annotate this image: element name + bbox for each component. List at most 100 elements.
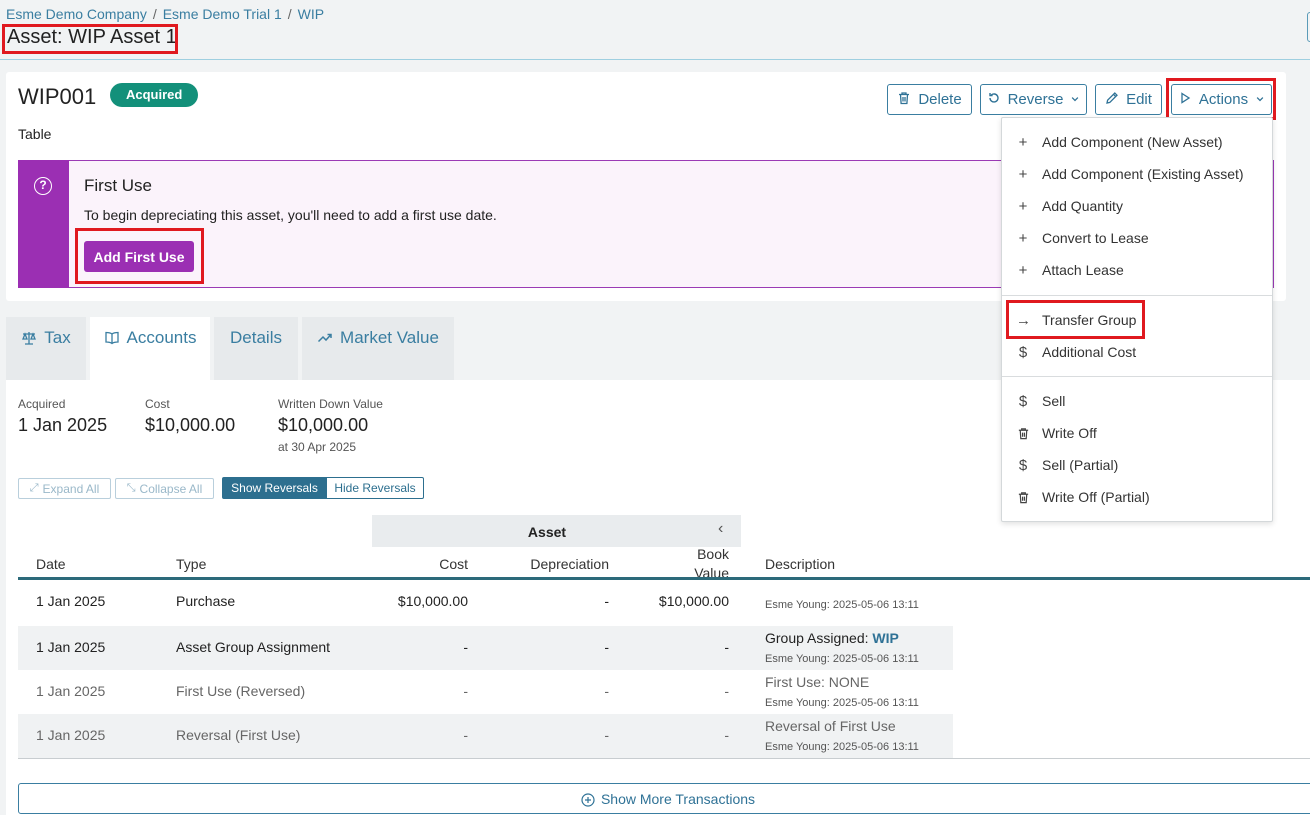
row-book-value: - — [724, 683, 729, 699]
page-title: Asset: WIP Asset 1 — [7, 26, 177, 48]
expand-icon: ⤢ — [29, 482, 39, 494]
edit-label: Edit — [1126, 91, 1152, 108]
col-book-value-line1[interactable]: Book — [660, 546, 729, 562]
col-date[interactable]: Date — [36, 556, 66, 572]
menu-item-attach-lease[interactable]: + Attach Lease — [1016, 257, 1266, 283]
col-depreciation[interactable]: Depreciation — [500, 556, 609, 572]
menu-item-sell-partial[interactable]: $ Sell (Partial) — [1016, 452, 1266, 478]
dollar-icon: $ — [1018, 343, 1028, 361]
asset-code: WIP001 — [18, 84, 97, 109]
edit-button[interactable]: Edit — [1095, 84, 1162, 115]
row-type: Purchase — [176, 593, 236, 609]
play-icon — [1178, 91, 1192, 109]
menu-item-label: Additional Cost — [1042, 344, 1137, 360]
dollar-icon: $ — [1018, 456, 1028, 474]
col-cost[interactable]: Cost — [380, 556, 468, 572]
row-depreciation: - — [604, 683, 609, 699]
tab-details[interactable]: Details — [214, 317, 298, 380]
tab-tax[interactable]: Tax — [6, 317, 86, 380]
menu-item-add-quantity[interactable]: + Add Quantity — [1016, 193, 1266, 219]
plus-icon: + — [1018, 197, 1028, 215]
menu-item-transfer-group[interactable]: → Transfer Group — [1016, 307, 1266, 333]
add-first-use-button[interactable]: Add First Use — [84, 241, 194, 272]
plus-circle-icon — [581, 790, 595, 807]
menu-item-label: Sell — [1042, 393, 1066, 409]
first-use-text: To begin depreciating this asset, you'll… — [84, 207, 497, 223]
cost-value: $10,000.00 — [145, 415, 236, 435]
menu-item-label: Add Component (New Asset) — [1042, 134, 1223, 150]
reverse-label: Reverse — [1007, 91, 1064, 108]
pencil-icon — [1105, 91, 1119, 109]
row-depreciation: - — [604, 639, 609, 655]
delete-button[interactable]: Delete — [887, 84, 972, 115]
tab-market-value[interactable]: Market Value — [302, 317, 454, 380]
tab-label: Market Value — [340, 328, 439, 347]
menu-item-add-component-existing[interactable]: + Add Component (Existing Asset) — [1016, 161, 1266, 187]
row-description-text: Group Assigned: — [765, 630, 873, 646]
expand-all-label: Expand All — [42, 481, 100, 496]
row-book-value: - — [724, 727, 729, 743]
breadcrumb-trial[interactable]: Esme Demo Trial 1 — [163, 6, 282, 22]
menu-item-label: Sell (Partial) — [1042, 457, 1119, 473]
question-icon: ? — [34, 177, 52, 195]
trash-icon — [1016, 489, 1030, 506]
col-description[interactable]: Description — [765, 556, 835, 572]
collapse-all-label: Collapse All — [139, 481, 203, 496]
breadcrumb-company[interactable]: Esme Demo Company — [6, 6, 147, 22]
show-more-transactions-button[interactable]: Show More Transactions — [18, 783, 1310, 814]
trending-up-icon — [317, 328, 333, 351]
plus-icon: + — [1018, 261, 1028, 279]
show-reversals-toggle[interactable]: Show Reversals — [222, 477, 327, 499]
tab-label: Accounts — [126, 328, 197, 347]
chevron-down-icon — [1255, 91, 1265, 108]
tab-accounts[interactable]: Accounts — [90, 317, 210, 382]
breadcrumb-separator: / — [152, 6, 157, 22]
chevron-left-icon[interactable]: ‹ — [718, 520, 723, 538]
menu-item-write-off[interactable]: Write Off — [1016, 420, 1266, 446]
menu-divider — [1002, 376, 1272, 377]
row-description: First Use: NONE — [765, 674, 870, 690]
first-use-title: First Use — [84, 176, 152, 195]
hide-reversals-toggle[interactable]: Hide Reversals — [327, 477, 424, 499]
menu-item-add-component-new[interactable]: + Add Component (New Asset) — [1016, 129, 1266, 155]
menu-item-label: Convert to Lease — [1042, 230, 1149, 246]
menu-divider — [1002, 295, 1272, 296]
acquired-label: Acquired — [18, 397, 66, 411]
row-cost: - — [463, 727, 468, 743]
undo-icon — [987, 91, 1001, 109]
tab-label: Tax — [44, 328, 71, 347]
group-link[interactable]: WIP — [872, 630, 898, 646]
menu-item-label: Attach Lease — [1042, 262, 1124, 278]
menu-item-convert-to-lease[interactable]: + Convert to Lease — [1016, 225, 1266, 251]
col-type[interactable]: Type — [176, 556, 206, 572]
row-description: Reversal of First Use — [765, 718, 896, 734]
expand-all-button[interactable]: ⤢ Expand All — [18, 478, 111, 499]
trash-icon — [897, 91, 911, 109]
plus-icon: + — [1018, 229, 1028, 247]
wdv-value: $10,000.00 — [278, 415, 369, 435]
row-depreciation: - — [604, 727, 609, 743]
breadcrumb-separator: / — [287, 6, 292, 22]
menu-item-sell[interactable]: $ Sell — [1016, 388, 1266, 414]
reverse-button[interactable]: Reverse — [980, 84, 1087, 115]
menu-item-write-off-partial[interactable]: Write Off (Partial) — [1016, 484, 1266, 510]
acquired-value: 1 Jan 2025 — [18, 415, 108, 435]
plus-icon: + — [1018, 165, 1028, 183]
collapse-icon: ⤡ — [126, 482, 136, 494]
arrow-right-icon: → — [1016, 311, 1031, 329]
menu-item-label: Add Component (Existing Asset) — [1042, 166, 1244, 182]
actions-button[interactable]: Actions — [1171, 84, 1272, 115]
row-date: 1 Jan 2025 — [36, 683, 106, 699]
row-date: 1 Jan 2025 — [36, 727, 106, 743]
header-divider — [0, 59, 1310, 60]
menu-item-additional-cost[interactable]: $ Additional Cost — [1016, 339, 1266, 365]
row-type: Reversal (First Use) — [176, 727, 301, 743]
asset-group-label: Asset — [527, 524, 567, 540]
row-meta: Esme Young: 2025-05-06 13:11 — [765, 653, 919, 665]
collapse-all-button[interactable]: ⤡ Collapse All — [115, 478, 214, 499]
book-icon — [104, 328, 120, 351]
breadcrumb-group[interactable]: WIP — [298, 6, 324, 22]
row-cost: $10,000.00 — [397, 593, 468, 609]
table-header-rule — [18, 577, 1310, 580]
row-cost: - — [463, 683, 468, 699]
